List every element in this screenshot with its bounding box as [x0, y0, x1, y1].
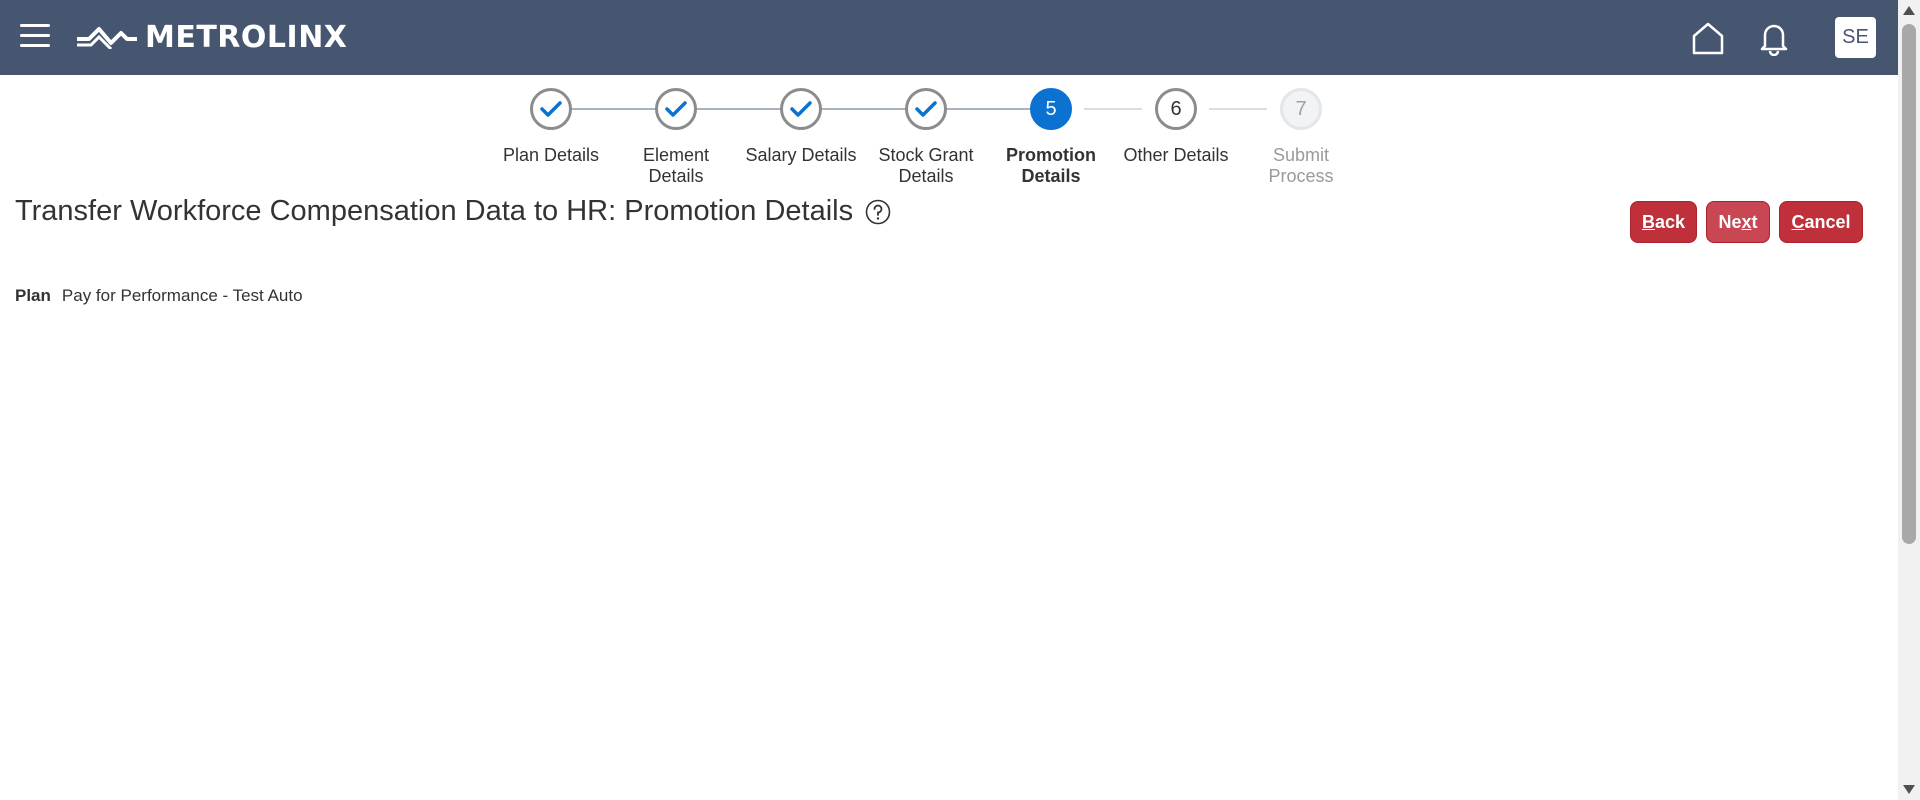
- train-label-salary-details[interactable]: Salary Details: [736, 145, 866, 166]
- checkmark-icon: [665, 101, 687, 117]
- train-connector: [572, 108, 656, 110]
- page-title: Transfer Workforce Compensation Data to …: [15, 195, 854, 227]
- checkmark-icon: [540, 101, 562, 117]
- train-connector: [822, 108, 906, 110]
- train-connector: [1209, 108, 1267, 110]
- scroll-thumb[interactable]: [1902, 24, 1916, 544]
- train-label-other-details[interactable]: Other Details: [1111, 145, 1241, 166]
- home-icon[interactable]: [1690, 20, 1726, 56]
- train-connector: [947, 108, 1031, 110]
- train-stop-other-details[interactable]: 6: [1155, 88, 1197, 130]
- next-label-pre: Ne: [1718, 211, 1742, 232]
- help-icon[interactable]: [865, 199, 891, 225]
- brand-name: METROLINX: [145, 19, 348, 55]
- train-stop-stock-grant-details[interactable]: [905, 88, 947, 130]
- train-connector: [1084, 108, 1142, 110]
- train-stop-element-details[interactable]: [655, 88, 697, 130]
- menu-icon[interactable]: [20, 24, 50, 48]
- user-avatar[interactable]: SE: [1835, 17, 1876, 58]
- plan-row: Plan Pay for Performance - Test Auto: [15, 286, 303, 306]
- checkmark-icon: [790, 101, 812, 117]
- metrolinx-wave-icon: [77, 27, 137, 49]
- cancel-button[interactable]: Cancel: [1779, 201, 1863, 243]
- scroll-down-arrow-icon[interactable]: [1903, 785, 1915, 794]
- page-title-row: Transfer Workforce Compensation Data to …: [15, 195, 891, 228]
- back-button[interactable]: Back: [1630, 201, 1697, 243]
- train-stop-submit-process: 7: [1280, 88, 1322, 130]
- cancel-access-key: C: [1791, 211, 1805, 232]
- metrolinx-logo[interactable]: METROLINX: [75, 19, 348, 55]
- next-button[interactable]: Ne x t: [1706, 201, 1770, 243]
- plan-value: Pay for Performance - Test Auto: [61, 286, 303, 305]
- plan-label: Plan: [15, 286, 51, 305]
- back-access-key: B: [1641, 211, 1655, 232]
- page-scrollbar[interactable]: [1898, 0, 1920, 800]
- back-label-rest: ack: [1654, 211, 1686, 232]
- checkmark-icon: [915, 101, 937, 117]
- train-stop-plan-details[interactable]: [530, 88, 572, 130]
- next-access-key: x: [1741, 211, 1752, 232]
- train-stop-salary-details[interactable]: [780, 88, 822, 130]
- notifications-bell-icon[interactable]: [1757, 20, 1791, 56]
- train-label-plan-details[interactable]: Plan Details: [486, 145, 616, 166]
- top-navigation-bar: METROLINX SE: [0, 0, 1898, 75]
- train-stop-promotion-details[interactable]: 5: [1030, 88, 1072, 130]
- cancel-label-rest: ancel: [1804, 211, 1851, 232]
- train-label-submit-process: Submit Process: [1268, 145, 1334, 186]
- train-label-element-details[interactable]: Element Details: [626, 145, 726, 187]
- train-label-stock-grant-details[interactable]: Stock Grant Details: [871, 145, 981, 187]
- next-label-rest: t: [1751, 211, 1758, 232]
- scroll-up-arrow-icon[interactable]: [1903, 6, 1915, 15]
- train-label-promotion-details[interactable]: Promotion Details: [996, 145, 1106, 187]
- train-connector: [697, 108, 781, 110]
